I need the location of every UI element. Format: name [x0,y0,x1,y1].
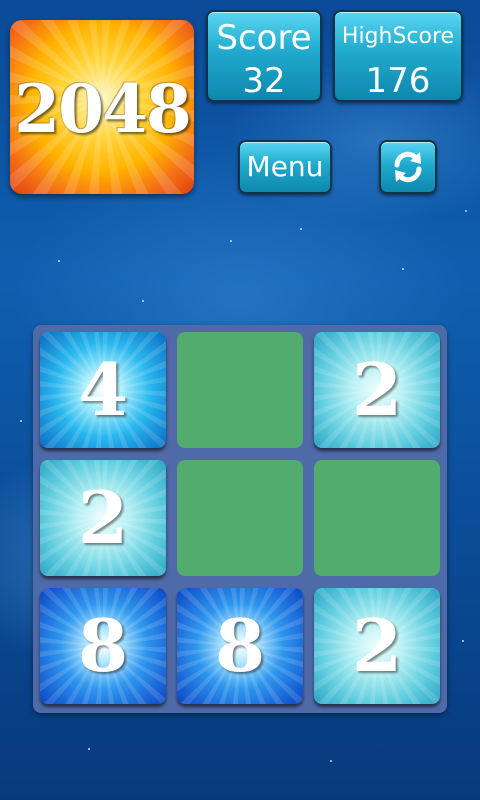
tile-value: 4 [77,347,129,432]
board-cell [177,332,303,448]
game-logo: 2048 [10,20,194,194]
background-star [88,748,90,750]
tile-value: 8 [214,603,266,688]
tile-2: 2 [314,588,440,704]
high-score-value: 176 [365,61,431,101]
tile-value: 2 [77,475,129,560]
tile-2: 2 [40,460,166,576]
background-star [58,260,60,262]
board-cell [177,460,303,576]
background-star [462,640,464,642]
board-cell [314,460,440,576]
score-value: 32 [242,61,286,101]
background-star [465,210,467,212]
background-star [402,268,404,270]
high-score-label: HighScore [341,24,455,49]
background-star [142,300,144,302]
refresh-icon [394,151,422,183]
score-box: Score 32 [206,10,322,102]
tile-8: 8 [177,588,303,704]
tile-value: 8 [77,603,129,688]
score-label: Score [216,18,312,58]
tile-value: 2 [351,603,403,688]
restart-button[interactable] [379,140,437,194]
background-star [330,760,332,762]
tile-2: 2 [314,332,440,448]
background-star [20,420,22,422]
tile-4: 4 [40,332,166,448]
menu-button-label: Menu [246,150,324,183]
menu-button[interactable]: Menu [238,140,332,194]
high-score-box: HighScore 176 [333,10,463,102]
logo-text: 2048 [14,70,192,148]
background-star [230,240,232,242]
tile-value: 2 [351,347,403,432]
game-board[interactable]: 422882 [33,325,447,713]
background-star [300,228,302,230]
tile-8: 8 [40,588,166,704]
